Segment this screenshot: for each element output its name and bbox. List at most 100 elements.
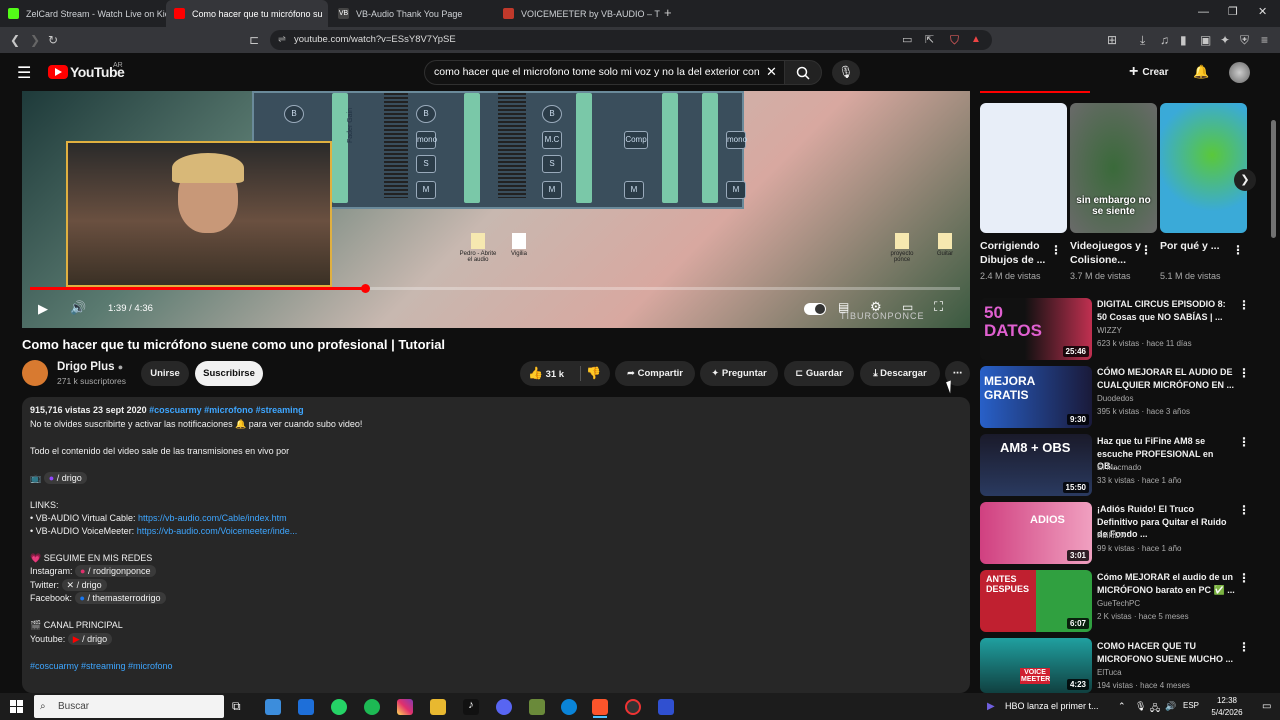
short-more-icon[interactable]: ⋮ — [1050, 243, 1062, 257]
url-field[interactable]: ⇌ youtube.com/watch?v=ESsY8V7YpSE — [270, 30, 992, 50]
video-title-link[interactable]: Cómo MEJORAR el audio de un MICRÓFONO ba… — [1097, 571, 1235, 596]
subscribe-button[interactable]: Suscribirse — [195, 361, 263, 386]
browser-tab[interactable]: VOICEMEETER by VB-AUDIO – The w — [495, 0, 660, 27]
cable-link[interactable]: https://vb-audio.com/Cable/index.htm — [138, 513, 287, 523]
menu-icon[interactable]: ≡ — [1261, 27, 1268, 53]
video-thumbnail[interactable]: AM8 + OBS 15:50 — [980, 434, 1092, 496]
video-channel[interactable]: GueTechPC — [1097, 599, 1140, 608]
video-more-icon[interactable]: ⋮ — [1238, 640, 1250, 654]
maximize-icon[interactable]: ❐ — [1228, 5, 1238, 18]
video-channel[interactable]: Duodedos — [1097, 394, 1133, 403]
twitch-link[interactable]: 📺 ● / drigo — [30, 472, 87, 484]
channel-avatar[interactable] — [22, 360, 48, 386]
leo-icon[interactable]: ✦ — [1220, 27, 1230, 53]
minimize-icon[interactable]: — — [1198, 6, 1209, 18]
fullscreen-icon[interactable]: ⛶ — [934, 299, 943, 315]
download-button[interactable]: ⤓ Descargar — [860, 361, 940, 386]
new-tab-icon[interactable]: + — [664, 5, 672, 20]
language-indicator[interactable]: ESP — [1183, 701, 1199, 710]
search-input[interactable]: como hacer que el microfono tome solo mi… — [424, 60, 786, 85]
edge-icon[interactable] — [561, 699, 577, 715]
speaker-icon[interactable]: 🔊 — [1165, 701, 1176, 712]
video-more-icon[interactable]: ⋮ — [1238, 298, 1250, 312]
app-icon[interactable] — [529, 699, 545, 715]
video-more-icon[interactable]: ⋮ — [1238, 571, 1250, 585]
miniplayer-icon[interactable]: ▭ — [902, 300, 913, 314]
tray-overflow-icon[interactable]: ⌃ — [1118, 701, 1126, 712]
scrollbar-thumb[interactable] — [1271, 120, 1276, 238]
hamburger-menu-icon[interactable]: ☰ — [17, 63, 31, 83]
video-channel[interactable]: El Macmado — [1097, 463, 1141, 472]
video-more-icon[interactable]: ⋮ — [1238, 435, 1250, 449]
video-title-link[interactable]: COMO HACER QUE TU MICROFONO SUENE MUCHO … — [1097, 640, 1235, 665]
seek-bar[interactable] — [30, 287, 960, 290]
channel-name[interactable]: Drigo Plus ● — [57, 361, 123, 373]
create-button[interactable]: + Crear — [1129, 63, 1168, 81]
description-bottom-hashtags[interactable]: #coscuarmy #streaming #microfono — [30, 661, 173, 671]
short-thumbnail[interactable] — [980, 103, 1067, 233]
back-icon[interactable]: ❮ — [10, 27, 20, 53]
site-info-icon[interactable]: ⇌ — [278, 30, 286, 50]
search-button[interactable] — [784, 60, 822, 85]
short-thumbnail[interactable]: sin embargo no se siente — [1070, 103, 1157, 233]
twitter-link[interactable]: ✕ / drigo — [61, 579, 107, 591]
short-title[interactable]: Videojuegos y Colisione... — [1070, 239, 1142, 267]
vpn-icon[interactable]: ⛨ — [1240, 27, 1249, 53]
save-button[interactable]: ⊏ Guardar — [784, 361, 854, 386]
account-avatar[interactable] — [1229, 62, 1250, 83]
news-widget-text[interactable]: HBO lanza el primer t... — [1005, 701, 1099, 711]
youtube-link[interactable]: ▶ / drigo — [67, 633, 113, 645]
settings-gear-icon[interactable]: ⚙ — [870, 299, 882, 315]
clear-search-icon[interactable]: ✕ — [763, 64, 780, 80]
thumbs-down-icon[interactable]: 👎 — [586, 361, 601, 386]
discord-icon[interactable] — [496, 699, 512, 715]
share-icon[interactable]: ⇱ — [925, 27, 934, 53]
clock-date[interactable]: 5/4/2026 — [1206, 708, 1248, 717]
video-thumbnail[interactable]: 50 DATOS 25:46 — [980, 298, 1092, 360]
brave-shield-icon[interactable]: ⛉ — [950, 27, 959, 53]
shorts-next-icon[interactable]: ❯ — [1234, 169, 1256, 191]
browser-tab-active[interactable]: Como hacer que tu micrófono su ✕ — [166, 0, 328, 27]
task-view-icon[interactable]: ⧉ — [232, 699, 248, 715]
tiktok-icon[interactable]: ♪ — [463, 699, 479, 715]
instagram-app-icon[interactable] — [397, 699, 413, 715]
play-icon[interactable]: ▶ — [38, 301, 48, 317]
short-more-icon[interactable]: ⋮ — [1140, 243, 1152, 257]
video-title-link[interactable]: DIGITAL CIRCUS EPISODIO 8: 50 Cosas que … — [1097, 298, 1235, 323]
voicemeeter-app-icon[interactable] — [658, 699, 674, 715]
obs-icon[interactable] — [625, 699, 641, 715]
download-icon[interactable]: ⤓ — [1140, 27, 1145, 53]
video-channel[interactable]: WIZZY — [1097, 326, 1122, 335]
facebook-link[interactable]: ● / themasterrodrigo — [74, 592, 166, 604]
window-close-icon[interactable]: ✕ — [1258, 5, 1267, 18]
description-hashtags[interactable]: #coscuarmy #microfono #streaming — [149, 405, 304, 415]
seek-handle[interactable] — [360, 284, 370, 293]
video-thumbnail[interactable]: MEJORA GRATIS 9:30 — [980, 366, 1092, 428]
file-explorer-icon[interactable] — [430, 699, 446, 715]
subtitles-icon[interactable]: ▤ — [838, 300, 849, 314]
share-button[interactable]: ➦ Compartir — [615, 361, 695, 386]
spotify-icon[interactable] — [364, 699, 380, 715]
news-widget-icon[interactable]: ▶ — [987, 701, 995, 712]
tab-search-icon[interactable]: ⊞ — [1107, 27, 1117, 53]
video-channel[interactable]: ElTuca — [1097, 668, 1122, 677]
video-channel[interactable]: KeikiDX — [1097, 531, 1125, 540]
join-button[interactable]: Unirse — [141, 361, 189, 386]
taskbar-search-input[interactable]: ⌕ Buscar — [34, 695, 224, 718]
volume-icon[interactable]: 🔊 — [70, 300, 86, 316]
video-thumbnail[interactable]: VOICE MEETER 4:23 — [980, 638, 1092, 693]
video-thumbnail[interactable]: ADIOS 3:01 — [980, 502, 1092, 564]
microphone-tray-icon[interactable]: 🎙 — [1135, 701, 1146, 712]
notification-center-icon[interactable]: ▭ — [1262, 701, 1271, 712]
clock-time[interactable]: 12:38 — [1212, 696, 1242, 705]
autoplay-toggle[interactable] — [804, 303, 826, 315]
ask-button[interactable]: ✦ Preguntar — [700, 361, 778, 386]
wallet-icon[interactable]: ▣ — [1200, 27, 1211, 53]
close-tab-icon[interactable]: ✕ — [323, 7, 328, 20]
video-player[interactable]: B Fader Gain B mono S M B M.C S M Comp M… — [22, 91, 970, 328]
short-thumbnail[interactable] — [1160, 103, 1247, 233]
whatsapp-icon[interactable] — [331, 699, 347, 715]
cast-icon[interactable]: ▭ — [902, 27, 912, 53]
video-thumbnail[interactable]: ANTES DESPUES 6:07 — [980, 570, 1092, 632]
short-more-icon[interactable]: ⋮ — [1232, 243, 1244, 257]
